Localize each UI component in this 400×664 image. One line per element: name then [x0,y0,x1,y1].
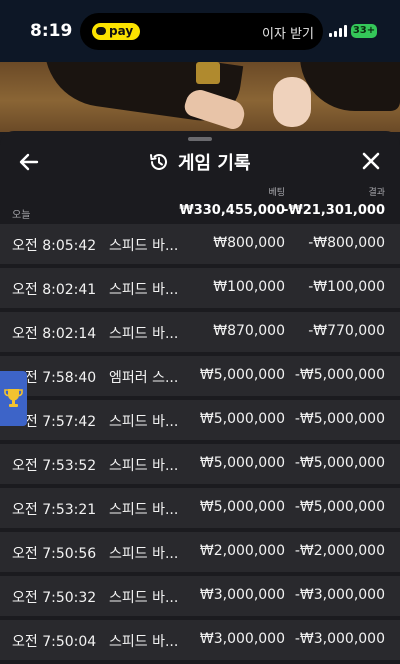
total-result: -₩21,301,000 [283,203,385,218]
row-time: 오전 7:50:04 [12,634,97,650]
history-row[interactable]: 오전 7:53:52 스피드 바... ₩5,000,000 -₩5,000,0… [0,444,400,484]
history-list: 오전 8:05:42 스피드 바... ₩800,000 -₩800,000 오… [0,224,400,664]
arrow-left-icon [19,153,39,171]
column-header-result: 결과 [368,188,385,198]
island-text: 이자 받기 [262,27,314,42]
row-bet: ₩5,000,000 [199,499,285,515]
row-result: -₩770,000 [308,323,385,339]
row-time: 오전 8:02:41 [12,282,97,298]
game-history-sheet: 게임 기록 베팅 결과 오늘 ₩330,455,000 -₩21,301,000… [0,131,400,664]
trophy-button[interactable] [0,371,27,426]
history-clock-icon [150,153,167,170]
row-bet: ₩3,000,000 [199,587,285,603]
page-title: 게임 기록 [178,153,251,174]
chat-bubble-icon [96,27,106,35]
row-time: 오전 7:53:21 [12,502,97,518]
history-row[interactable]: 오전 7:50:56 스피드 바... ₩2,000,000 -₩2,000,0… [0,532,400,572]
row-result: -₩5,000,000 [294,411,385,427]
row-bet: ₩5,000,000 [199,411,285,427]
row-result: -₩800,000 [308,235,385,251]
row-bet: ₩2,000,000 [199,543,285,559]
row-result: -₩5,000,000 [294,499,385,515]
row-game: 스피드 바... [109,414,179,430]
row-game: 스피드 바... [109,326,179,342]
row-bet: ₩870,000 [213,323,285,339]
row-bet: ₩5,000,000 [199,455,285,471]
dynamic-island[interactable]: pay 이자 받기 [80,13,323,50]
status-bar: 8:19 pay 이자 받기 33+ [0,0,400,62]
history-row[interactable]: 오전 7:58:40 엠퍼러 스... ₩5,000,000 -₩5,000,0… [0,356,400,396]
row-bet: ₩100,000 [213,279,285,295]
kakao-pay-badge: pay [92,23,141,40]
row-game: 스피드 바... [109,458,179,474]
close-icon [362,152,380,170]
dealer-arm-right [300,62,400,111]
row-time: 오전 7:53:52 [12,458,97,474]
row-time: 오전 7:50:32 [12,590,97,606]
row-bet: ₩5,000,000 [199,367,285,383]
row-game: 스피드 바... [109,282,179,298]
row-bet: ₩3,000,000 [199,631,285,647]
row-time: 오전 7:50:56 [12,546,97,562]
total-bet: ₩330,455,000 [179,203,285,218]
column-header-bet: 베팅 [268,188,285,198]
history-row[interactable]: 오전 8:05:42 스피드 바... ₩800,000 -₩800,000 [0,224,400,264]
row-result: -₩100,000 [308,279,385,295]
row-game: 스피드 바... [109,590,179,606]
history-row[interactable]: 오전 8:02:41 스피드 바... ₩100,000 -₩100,000 [0,268,400,308]
sheet-header: 게임 기록 [148,149,251,175]
pay-label: pay [109,24,134,38]
row-bet: ₩800,000 [213,235,285,251]
history-row[interactable]: 오전 7:50:32 스피드 바... ₩3,000,000 -₩3,000,0… [0,576,400,616]
row-result: -₩3,000,000 [294,587,385,603]
row-game: 엠퍼러 스... [109,370,179,386]
row-game: 스피드 바... [109,634,179,650]
status-time: 8:19 [30,21,73,41]
battery-indicator: 33+ [351,24,377,38]
history-row[interactable]: 오전 8:02:14 스피드 바... ₩870,000 -₩770,000 [0,312,400,352]
summary-header: 베팅 결과 오늘 ₩330,455,000 -₩21,301,000 [0,185,400,221]
row-game: 스피드 바... [109,238,179,254]
close-button[interactable] [358,150,384,174]
row-result: -₩5,000,000 [294,367,385,383]
history-row[interactable]: 오전 7:57:42 스피드 바... ₩5,000,000 -₩5,000,0… [0,400,400,440]
row-result: -₩5,000,000 [294,455,385,471]
row-result: -₩2,000,000 [294,543,385,559]
drag-handle[interactable] [188,137,212,141]
row-game: 스피드 바... [109,502,179,518]
back-button[interactable] [16,150,42,174]
signal-icon [329,25,347,37]
live-video [0,62,400,132]
trophy-icon [4,389,23,407]
history-row[interactable]: 오전 7:53:21 스피드 바... ₩5,000,000 -₩5,000,0… [0,488,400,528]
chip-stack [196,62,220,84]
history-row[interactable]: 오전 7:50:04 스피드 바... ₩3,000,000 -₩3,000,0… [0,620,400,660]
today-label: 오늘 [12,210,31,221]
row-time: 오전 8:02:14 [12,326,97,342]
row-result: -₩3,000,000 [294,631,385,647]
row-time: 오전 8:05:42 [12,238,97,254]
dealer-hand-right [273,77,311,127]
row-game: 스피드 바... [109,546,179,562]
